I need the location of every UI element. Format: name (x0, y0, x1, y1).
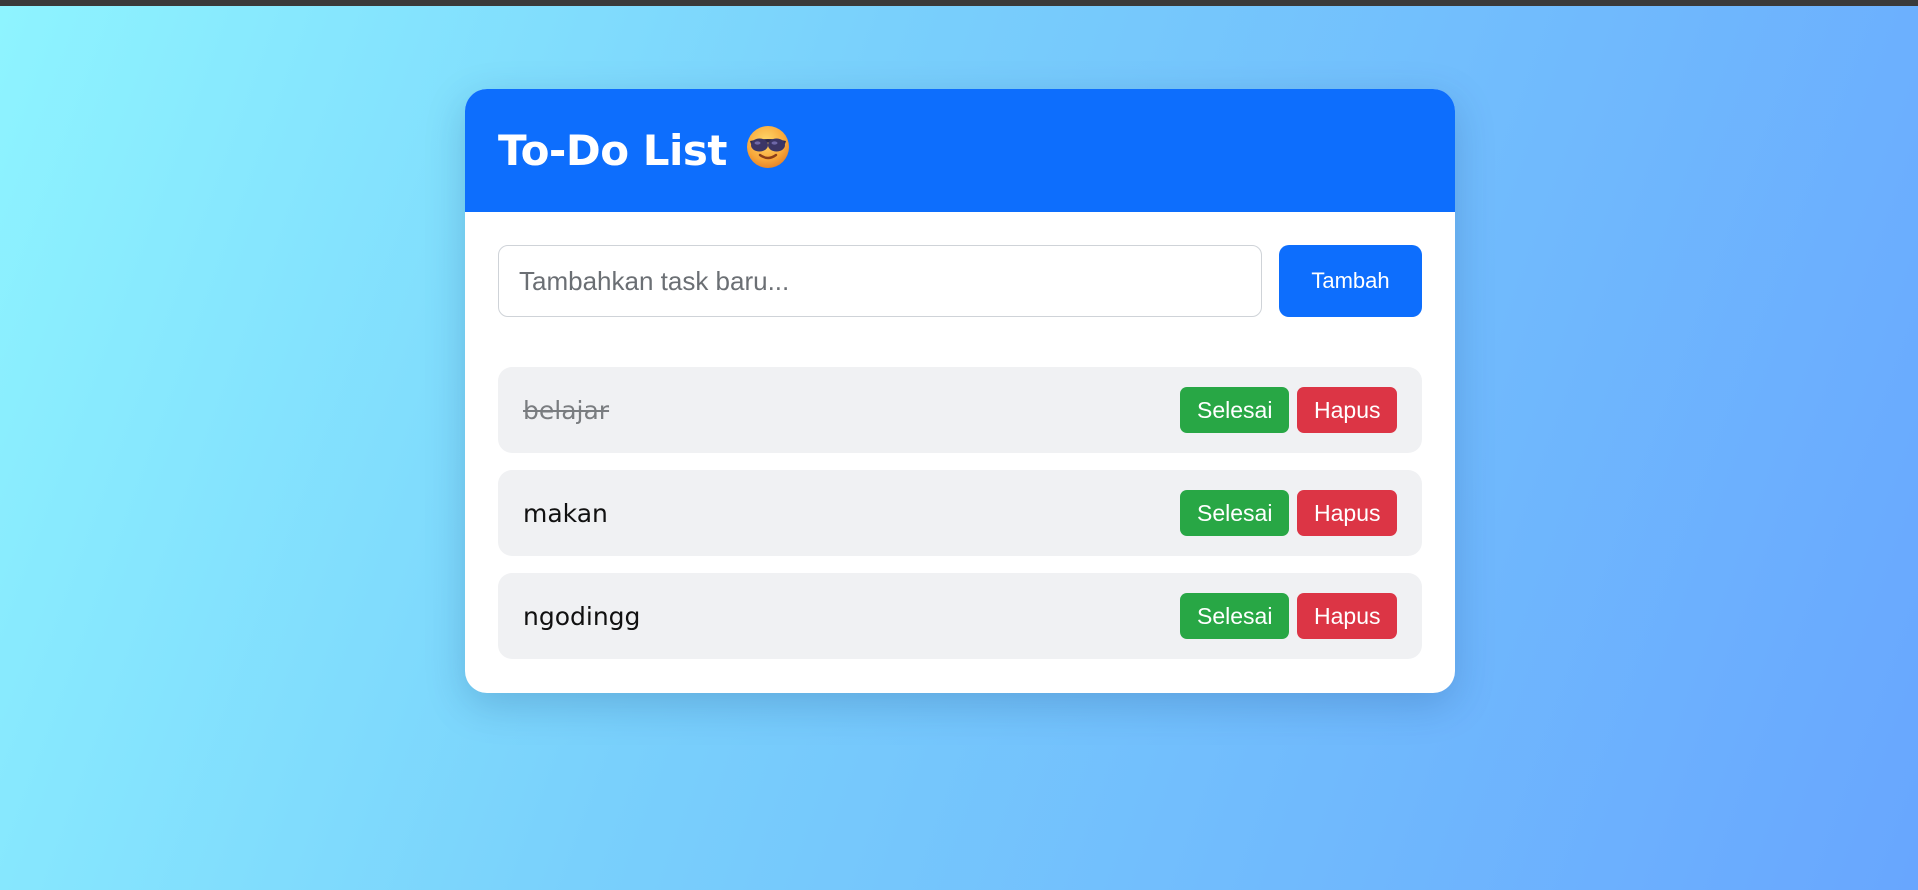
complete-task-button[interactable]: Selesai (1180, 387, 1289, 433)
add-task-button[interactable]: Tambah (1279, 245, 1422, 317)
task-text: makan (523, 498, 608, 528)
delete-task-button[interactable]: Hapus (1297, 593, 1397, 639)
task-item: ngodingg Selesai Hapus (498, 573, 1422, 659)
task-actions: Selesai Hapus (1180, 593, 1397, 639)
delete-task-button[interactable]: Hapus (1297, 490, 1397, 536)
task-item: belajar Selesai Hapus (498, 367, 1422, 453)
todo-card: To-Do List Tambah belajar (465, 89, 1455, 693)
task-text: belajar (523, 395, 610, 425)
task-list: belajar Selesai Hapus makan Selesai Hapu… (498, 367, 1422, 659)
page-title: To-Do List (498, 126, 727, 175)
new-task-input[interactable] (498, 245, 1262, 317)
task-text: ngodingg (523, 601, 641, 631)
complete-task-button[interactable]: Selesai (1180, 593, 1289, 639)
card-body: Tambah belajar Selesai Hapus makan Seles… (465, 212, 1455, 659)
complete-task-button[interactable]: Selesai (1180, 490, 1289, 536)
delete-task-button[interactable]: Hapus (1297, 387, 1397, 433)
smiling-face-with-sunglasses-icon (746, 125, 789, 168)
card-header: To-Do List (465, 89, 1455, 212)
task-actions: Selesai Hapus (1180, 387, 1397, 433)
task-item: makan Selesai Hapus (498, 470, 1422, 556)
add-task-form: Tambah (498, 245, 1422, 317)
browser-top-strip (0, 0, 1918, 6)
task-actions: Selesai Hapus (1180, 490, 1397, 536)
